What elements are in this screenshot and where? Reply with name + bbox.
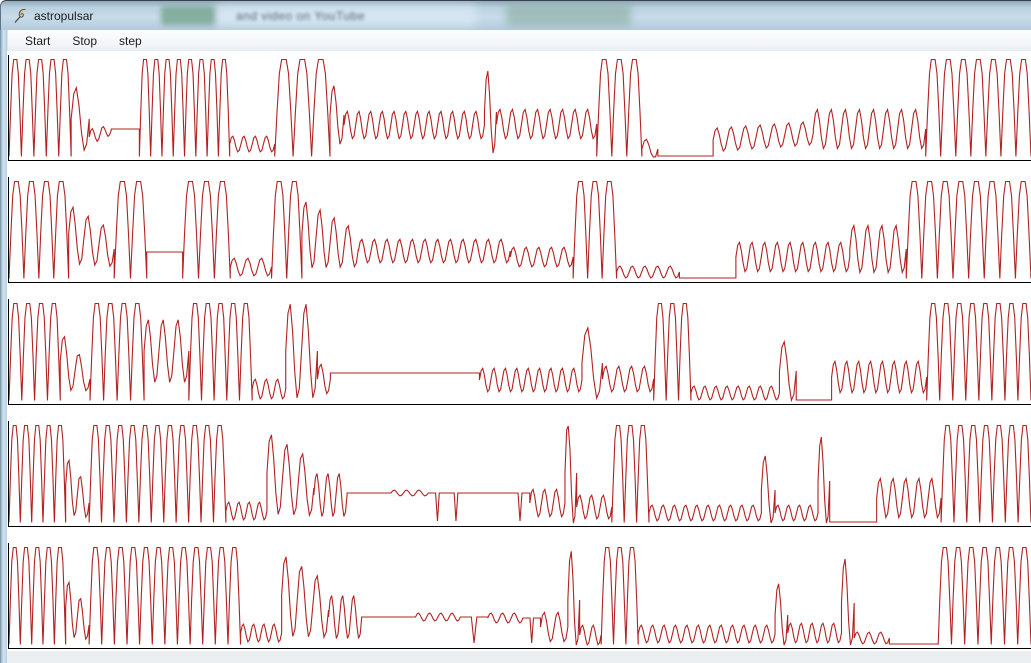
trace-panel-1 (8, 55, 1031, 161)
trace-panel-3 (8, 299, 1031, 405)
title-bar[interactable]: and video on YouTube astropulsar (0, 0, 1031, 30)
window-bottom-strip (7, 651, 1031, 663)
feather-app-icon (12, 7, 29, 24)
menu-item-start[interactable]: Start (14, 32, 61, 50)
window-title: astropulsar (34, 9, 93, 23)
trace-panel-5 (8, 543, 1031, 649)
waveform-canvas-3 (9, 299, 1031, 403)
app-window: and video on YouTube astropulsar Start S… (0, 0, 1031, 663)
background-window-ghost-text: and video on YouTube (236, 9, 365, 23)
window-left-border (0, 30, 7, 663)
waveform-canvas-5 (9, 543, 1031, 647)
waveform-canvas-1 (9, 55, 1031, 159)
aero-glass-blob (161, 6, 215, 25)
trace-panel-4 (8, 421, 1031, 527)
aero-glass-blob (506, 4, 631, 26)
waveform-canvas-2 (9, 177, 1031, 281)
menu-bar: Start Stop step (7, 30, 1031, 51)
waveform-area (0, 51, 1031, 651)
menu-item-step[interactable]: step (108, 32, 153, 50)
menu-item-stop[interactable]: Stop (61, 32, 108, 50)
waveform-canvas-4 (9, 421, 1031, 525)
trace-panel-2 (8, 177, 1031, 283)
